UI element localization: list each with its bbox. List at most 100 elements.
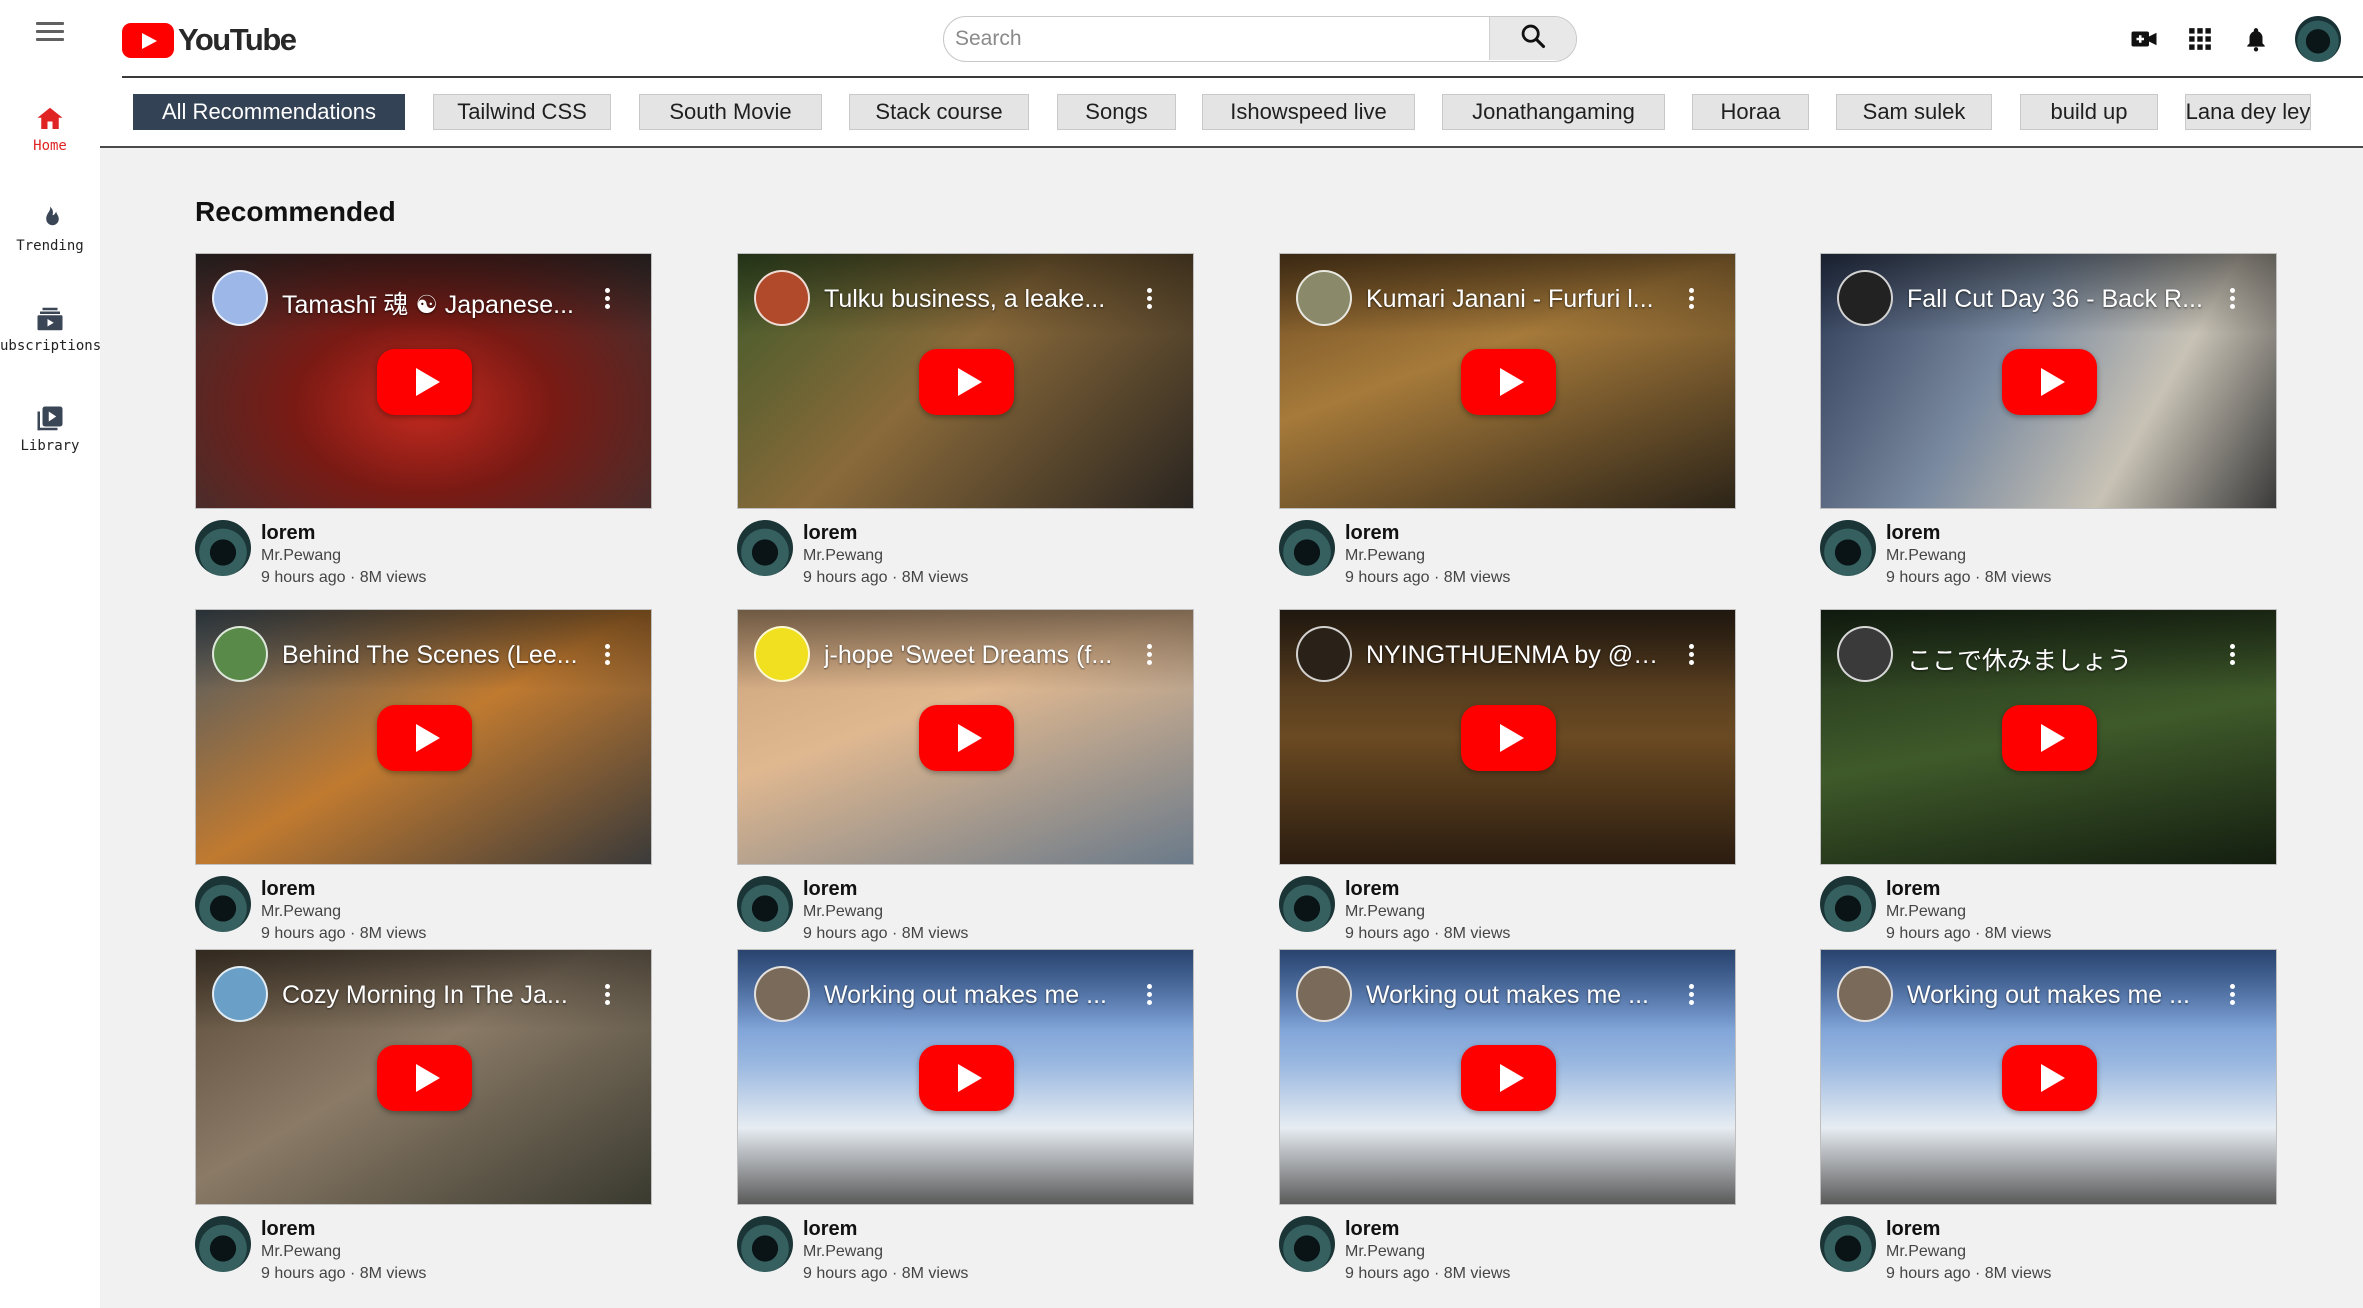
chip-jonathangaming[interactable]: Jonathangaming: [1442, 94, 1665, 130]
chip-lana-dey-ley[interactable]: Lana dey ley: [2185, 94, 2311, 130]
play-button-icon[interactable]: [2002, 1045, 2097, 1111]
video-thumbnail[interactable]: Behind The Scenes (Lee...: [195, 609, 652, 865]
channel-name[interactable]: Mr.Pewang: [1886, 547, 1966, 565]
channel-avatar[interactable]: [1820, 1216, 1876, 1272]
channel-name[interactable]: Mr.Pewang: [261, 1243, 341, 1261]
channel-avatar[interactable]: [212, 270, 268, 326]
video-title[interactable]: lorem: [261, 522, 315, 545]
channel-name[interactable]: Mr.Pewang: [261, 547, 341, 565]
more-options-icon[interactable]: [2228, 984, 2236, 1008]
more-options-icon[interactable]: [603, 644, 611, 668]
video-thumbnail[interactable]: Kumari Janani - Furfuri l...: [1279, 253, 1736, 509]
sidebar-item-subscriptions[interactable]: ubscriptions: [0, 304, 100, 354]
more-options-icon[interactable]: [2228, 288, 2236, 312]
video-card[interactable]: j-hope 'Sweet Dreams (f... lorem Mr.Pewang…: [737, 609, 1194, 945]
channel-name[interactable]: Mr.Pewang: [1886, 903, 1966, 921]
chip-ishowspeed-live[interactable]: Ishowspeed live: [1202, 94, 1415, 130]
video-title[interactable]: lorem: [261, 1218, 315, 1241]
play-button-icon[interactable]: [377, 705, 472, 771]
more-options-icon[interactable]: [1687, 984, 1695, 1008]
channel-avatar[interactable]: [754, 270, 810, 326]
notifications-bell-icon[interactable]: [2239, 22, 2273, 56]
video-thumbnail[interactable]: Tamashī 魂 ☯ Japanese...: [195, 253, 652, 509]
apps-grid-icon[interactable]: [2183, 22, 2217, 56]
video-title[interactable]: lorem: [803, 878, 857, 901]
chip-build-up[interactable]: build up: [2020, 94, 2158, 130]
channel-avatar[interactable]: [1279, 876, 1335, 932]
channel-name[interactable]: Mr.Pewang: [803, 547, 883, 565]
chip-songs[interactable]: Songs: [1057, 94, 1176, 130]
channel-avatar[interactable]: [195, 1216, 251, 1272]
channel-avatar[interactable]: [754, 626, 810, 682]
channel-name[interactable]: Mr.Pewang: [803, 903, 883, 921]
channel-avatar[interactable]: [1820, 520, 1876, 576]
more-options-icon[interactable]: [1687, 644, 1695, 668]
channel-avatar[interactable]: [1820, 876, 1876, 932]
play-button-icon[interactable]: [2002, 705, 2097, 771]
channel-avatar[interactable]: [212, 626, 268, 682]
channel-avatar[interactable]: [737, 520, 793, 576]
play-button-icon[interactable]: [1461, 349, 1556, 415]
play-button-icon[interactable]: [1461, 705, 1556, 771]
more-options-icon[interactable]: [1687, 288, 1695, 312]
video-thumbnail[interactable]: Working out makes me ...: [1279, 949, 1736, 1205]
channel-name[interactable]: Mr.Pewang: [1345, 547, 1425, 565]
video-title[interactable]: lorem: [1886, 878, 1940, 901]
video-thumbnail[interactable]: ここで休みましょう: [1820, 609, 2277, 865]
video-card[interactable]: Working out makes me ... lorem Mr.Pewang 9 …: [1279, 949, 1736, 1285]
chip-stack-course[interactable]: Stack course: [849, 94, 1029, 130]
more-options-icon[interactable]: [2228, 644, 2236, 668]
video-title[interactable]: lorem: [1345, 522, 1399, 545]
channel-name[interactable]: Mr.Pewang: [261, 903, 341, 921]
video-title[interactable]: lorem: [803, 1218, 857, 1241]
chip-horaa[interactable]: Horaa: [1692, 94, 1809, 130]
channel-name[interactable]: Mr.Pewang: [1345, 903, 1425, 921]
channel-avatar[interactable]: [1837, 270, 1893, 326]
youtube-logo[interactable]: YouTube: [122, 22, 297, 58]
more-options-icon[interactable]: [1145, 288, 1153, 312]
video-thumbnail[interactable]: Tulku business, a leake...: [737, 253, 1194, 509]
chip-tailwind-css[interactable]: Tailwind CSS: [433, 94, 611, 130]
video-card[interactable]: Working out makes me ... lorem Mr.Pewang 9 …: [1820, 949, 2277, 1285]
create-video-icon[interactable]: [2127, 22, 2161, 56]
play-button-icon[interactable]: [919, 705, 1014, 771]
video-card[interactable]: NYINGTHUENMA by @S... lorem Mr.Pewang 9 hou…: [1279, 609, 1736, 945]
video-card[interactable]: Cozy Morning In The Ja... lorem Mr.Pewang 9…: [195, 949, 652, 1285]
play-button-icon[interactable]: [919, 1045, 1014, 1111]
play-button-icon[interactable]: [377, 1045, 472, 1111]
video-thumbnail[interactable]: NYINGTHUENMA by @S...: [1279, 609, 1736, 865]
channel-avatar[interactable]: [195, 876, 251, 932]
search-button[interactable]: [1489, 17, 1576, 60]
channel-avatar[interactable]: [1837, 966, 1893, 1022]
video-title[interactable]: lorem: [1886, 522, 1940, 545]
play-button-icon[interactable]: [1461, 1045, 1556, 1111]
chip-sam-sulek[interactable]: Sam sulek: [1836, 94, 1992, 130]
more-options-icon[interactable]: [1145, 984, 1153, 1008]
more-options-icon[interactable]: [1145, 644, 1153, 668]
channel-avatar[interactable]: [754, 966, 810, 1022]
video-title[interactable]: lorem: [1886, 1218, 1940, 1241]
channel-name[interactable]: Mr.Pewang: [1345, 1243, 1425, 1261]
channel-avatar[interactable]: [195, 520, 251, 576]
channel-avatar[interactable]: [212, 966, 268, 1022]
video-card[interactable]: Working out makes me ... lorem Mr.Pewang 9 …: [737, 949, 1194, 1285]
video-thumbnail[interactable]: Working out makes me ...: [737, 949, 1194, 1205]
video-title[interactable]: lorem: [261, 878, 315, 901]
video-thumbnail[interactable]: j-hope 'Sweet Dreams (f...: [737, 609, 1194, 865]
video-card[interactable]: Kumari Janani - Furfuri l... lorem Mr.Pewa…: [1279, 253, 1736, 589]
channel-avatar[interactable]: [1279, 520, 1335, 576]
video-title[interactable]: lorem: [1345, 1218, 1399, 1241]
video-title[interactable]: lorem: [1345, 878, 1399, 901]
channel-avatar[interactable]: [1837, 626, 1893, 682]
channel-avatar[interactable]: [1296, 270, 1352, 326]
more-options-icon[interactable]: [603, 288, 611, 312]
video-card[interactable]: Fall Cut Day 36 - Back R... lorem Mr.Pewan…: [1820, 253, 2277, 589]
channel-name[interactable]: Mr.Pewang: [803, 1243, 883, 1261]
channel-avatar[interactable]: [1296, 966, 1352, 1022]
channel-avatar[interactable]: [1296, 626, 1352, 682]
channel-name[interactable]: Mr.Pewang: [1886, 1243, 1966, 1261]
video-card[interactable]: ここで休みましょう lorem Mr.Pewang 9 hours ago · 8M …: [1820, 609, 2277, 945]
chip-south-movie[interactable]: South Movie: [639, 94, 822, 130]
video-thumbnail[interactable]: Working out makes me ...: [1820, 949, 2277, 1205]
channel-avatar[interactable]: [737, 1216, 793, 1272]
